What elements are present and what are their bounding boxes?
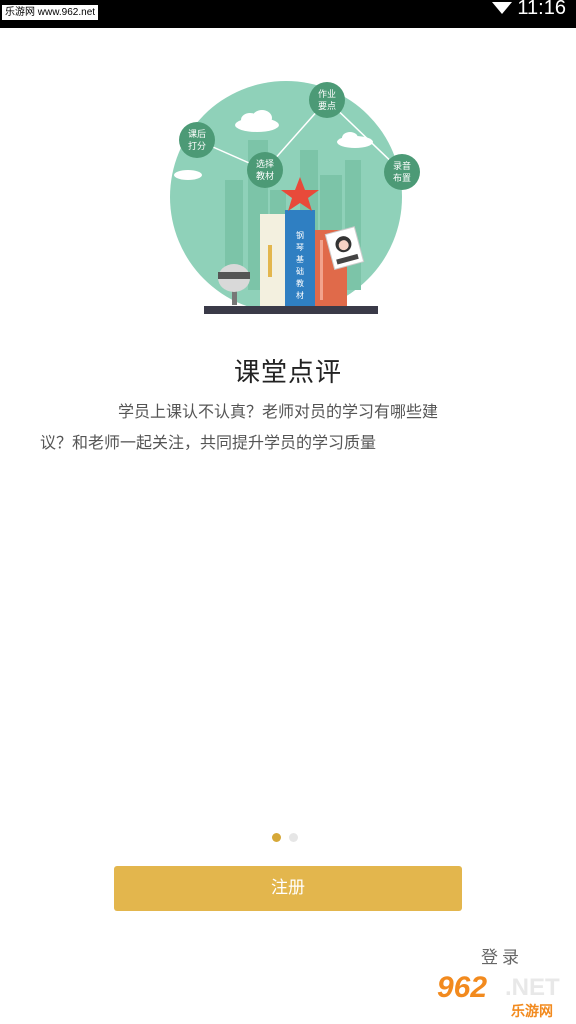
page-dot-inactive[interactable]	[289, 833, 298, 842]
page-description: 学员上课认不认真？老师对员的学习有哪些建议？和老师一起关注，共同提升学员的学习质…	[40, 402, 439, 452]
book-spine-char-6: 材	[296, 290, 304, 300]
status-time: 11:16	[517, 0, 566, 19]
watermark-cn: 乐游网	[511, 1004, 553, 1020]
bubble-after-class-line2: 打分	[188, 140, 206, 152]
book-spine-char-4: 础	[296, 266, 304, 276]
status-bar: 乐游网 www.962.net 11:16	[0, 0, 576, 28]
bubble-select-material-line1: 选择	[256, 158, 274, 170]
bubble-after-class: 课后 打分	[179, 122, 215, 158]
bubble-recording-line2: 布置	[393, 172, 411, 184]
bubble-after-class-line1: 课后	[188, 129, 206, 140]
page-indicator	[272, 833, 306, 843]
watermark-net: .NET	[505, 974, 560, 1001]
book-spine-char-1: 钢	[296, 230, 304, 240]
book-cream	[260, 214, 286, 306]
login-link[interactable]: 登录	[481, 943, 523, 968]
site-badge: 乐游网 www.962.net	[2, 5, 99, 20]
bubble-recording-line1: 录音	[393, 160, 411, 172]
shelf-base	[204, 306, 378, 314]
bubble-select-material-line2: 教材	[256, 170, 274, 182]
page-dot-active[interactable]	[272, 833, 281, 842]
watermark-number: 962	[437, 971, 488, 1004]
bubble-homework: 作业 要点	[309, 82, 345, 118]
wifi-icon	[492, 2, 512, 14]
book-spine-char-5: 教	[296, 278, 304, 288]
book-spine-char-2: 琴	[296, 243, 304, 252]
bubble-homework-line1: 作业	[318, 88, 336, 100]
register-button[interactable]: 注册	[114, 866, 462, 911]
bubble-recording: 录音 布置	[384, 154, 420, 190]
bubble-homework-line2: 要点	[318, 101, 336, 112]
bubble-select-material: 选择 教材	[247, 152, 283, 188]
book-spine-char-3: 基	[296, 254, 304, 264]
page-title: 课堂点评	[233, 358, 342, 388]
watermark-logo: 962 .NET 乐游网	[437, 971, 571, 1020]
classroom-review-illustration: 作业 要点 课后 打分 选择 教材 录音 布置 钢 琴 基 础 教 材	[170, 81, 420, 314]
